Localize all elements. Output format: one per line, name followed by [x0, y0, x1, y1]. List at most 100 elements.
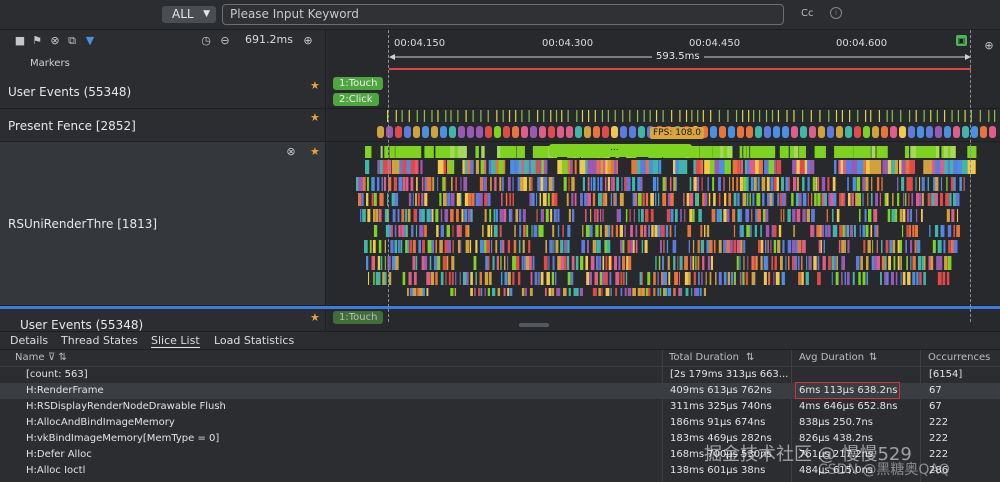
more-icon[interactable]: ⊕	[983, 40, 995, 52]
thread-slice	[540, 225, 544, 237]
thread-slice	[512, 193, 514, 206]
thread-slice	[615, 225, 619, 237]
thread-slice	[464, 193, 469, 206]
column-header-total[interactable]: Total Duration	[669, 352, 739, 363]
thread-slice	[600, 160, 603, 174]
thread-slice	[910, 240, 913, 253]
thread-slice	[707, 177, 709, 191]
star-icon[interactable]: ★	[310, 311, 320, 324]
thread-slice	[723, 272, 727, 285]
flag-icon[interactable]: ⚑	[31, 35, 43, 47]
row-user-events[interactable]: User Events (55348) ★	[0, 76, 326, 109]
row-present-fence[interactable]: Present Fence [2852] ★	[0, 109, 326, 142]
render-thread-track[interactable]	[327, 142, 1000, 306]
thread-slice	[818, 146, 826, 158]
tab-details[interactable]: Details	[10, 334, 48, 347]
thread-slice	[478, 288, 481, 296]
thread-slice	[684, 256, 688, 270]
reset-zoom-icon[interactable]: ◷	[200, 35, 212, 47]
thread-slice	[776, 160, 782, 174]
close-circle-icon[interactable]: ⊗	[285, 146, 297, 158]
history-icon[interactable]: i	[830, 7, 842, 19]
close-circle-icon[interactable]: ⊗	[49, 35, 61, 47]
zoom-in-icon[interactable]: ⊕	[302, 35, 314, 47]
cell-occurrences: 67	[929, 385, 942, 396]
thread-slice	[487, 193, 491, 206]
event-touch-pinned[interactable]: 1:Touch	[333, 311, 384, 324]
thread-slice	[562, 225, 564, 237]
thread-slice	[619, 225, 624, 237]
thread-slice	[470, 272, 473, 285]
sort-icon[interactable]: ⇅	[746, 352, 754, 363]
fence-slice	[791, 126, 798, 138]
star-icon[interactable]: ★	[310, 79, 320, 92]
thread-slice	[406, 225, 408, 237]
star-icon[interactable]: ★	[310, 145, 320, 158]
thread-slice	[390, 240, 394, 253]
column-header-avg[interactable]: Avg Duration	[799, 352, 864, 363]
vsync-tick	[819, 110, 821, 122]
case-sensitive-toggle[interactable]: Cc	[801, 8, 813, 19]
thread-slice	[380, 146, 383, 158]
row-user-events-pinned[interactable]: User Events (55348) ★	[0, 309, 326, 332]
range-flag-icon[interactable]: ▣	[956, 35, 967, 46]
row-render-thread[interactable]: RSUniRenderThre [1813] ⊗ ★	[0, 142, 326, 306]
vsync-tick	[828, 110, 830, 122]
table-row[interactable]: H:AllocAndBindImageMemory 186ms 91µs 674n…	[0, 415, 1000, 431]
filter-icon[interactable]: ⊽ ⇅	[48, 352, 67, 363]
thread-slice	[895, 272, 898, 285]
sort-icon[interactable]: ⇅	[869, 352, 877, 363]
vsync-tick	[472, 110, 474, 122]
thread-slice	[553, 240, 555, 253]
thread-slice	[779, 193, 783, 206]
table-row[interactable]: [count: 563] [2s 179ms 313µs 663... [6154]	[0, 367, 1000, 383]
thread-slice	[855, 256, 860, 270]
checkbox-icon[interactable]: ■	[14, 35, 26, 47]
vsync-tick	[718, 110, 720, 122]
thread-slice	[625, 209, 628, 222]
zoom-out-icon[interactable]: ⊖	[219, 35, 231, 47]
thread-slice	[658, 160, 662, 174]
fence-slice	[881, 126, 888, 138]
column-header-occurrences[interactable]: Occurrences	[928, 352, 990, 363]
thread-slice	[654, 193, 657, 206]
panel-resize-handle[interactable]	[519, 323, 549, 327]
watermark-text: CSDN @黑糖奥QAQ	[818, 462, 950, 478]
thread-slice	[667, 256, 670, 270]
thread-slice	[365, 146, 372, 158]
thread-slice	[521, 256, 524, 270]
thread-slice	[496, 256, 499, 270]
column-header-name[interactable]: Name	[15, 352, 45, 363]
thread-slice	[946, 209, 950, 222]
filter-dropdown[interactable]: ALL ▼	[162, 6, 216, 23]
filter-icon[interactable]: ▼	[84, 35, 96, 47]
thread-slice	[384, 272, 387, 285]
event-click[interactable]: 2:Click	[333, 93, 379, 106]
thread-slice	[436, 225, 439, 237]
selection-range-line[interactable]	[389, 68, 971, 70]
thread-slice	[806, 256, 808, 270]
thread-slice	[415, 193, 418, 206]
thread-slice	[366, 193, 369, 206]
thread-slice	[380, 256, 383, 270]
event-touch[interactable]: 1:Touch	[333, 77, 384, 90]
fence-slice	[917, 126, 924, 138]
tab-load-statistics[interactable]: Load Statistics	[214, 334, 294, 347]
tab-thread-states[interactable]: Thread States	[61, 334, 138, 347]
user-events-track[interactable]	[327, 76, 1000, 109]
star-icon[interactable]: ★	[310, 111, 320, 124]
thread-slice	[844, 272, 846, 285]
thread-slice	[669, 225, 672, 237]
thread-slice	[552, 177, 555, 191]
table-row[interactable]: H:RSDisplayRenderNodeDrawable Flush 311ms…	[0, 399, 1000, 415]
thread-slice	[674, 272, 679, 285]
thread-slice	[860, 256, 863, 270]
thread-slice	[884, 256, 887, 270]
tab-slice-list[interactable]: Slice List	[151, 334, 200, 348]
thread-slice	[689, 177, 692, 191]
thread-slice	[927, 177, 929, 191]
capture-icon[interactable]: ⧉	[66, 35, 78, 47]
user-events-pinned-track[interactable]	[327, 309, 1000, 332]
search-input[interactable]: Please Input Keyword	[222, 4, 784, 25]
thread-slice	[407, 240, 410, 253]
